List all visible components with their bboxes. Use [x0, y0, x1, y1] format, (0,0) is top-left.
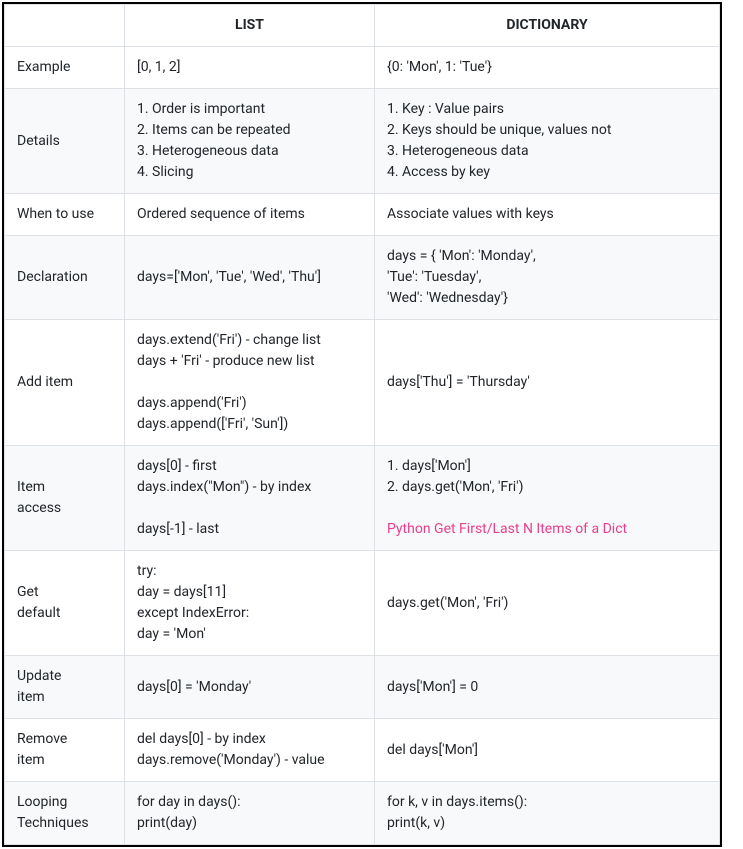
list-cell: days=['Mon', 'Tue', 'Wed', 'Thu']	[125, 236, 375, 320]
table-row: Example [0, 1, 2] {0: 'Mon', 1: 'Tue'}	[5, 47, 720, 89]
row-label: When to use	[5, 194, 125, 236]
dict-cell: del days['Mon']	[375, 719, 720, 782]
comparison-table-wrapper: LIST DICTIONARY Example [0, 1, 2] {0: 'M…	[2, 2, 722, 847]
dict-link[interactable]: Python Get First/Last N Items of a Dict	[387, 521, 627, 537]
table-row: When to use Ordered sequence of items As…	[5, 194, 720, 236]
row-label: Declaration	[5, 236, 125, 320]
dict-cell: {0: 'Mon', 1: 'Tue'}	[375, 47, 720, 89]
header-empty	[5, 5, 125, 47]
list-cell: 1. Order is important 2. Items can be re…	[125, 89, 375, 194]
header-row: LIST DICTIONARY	[5, 5, 720, 47]
table-row: Looping Techniques for day in days(): pr…	[5, 782, 720, 845]
header-dictionary: DICTIONARY	[375, 5, 720, 47]
list-cell: Ordered sequence of items	[125, 194, 375, 236]
dict-cell: Associate values with keys	[375, 194, 720, 236]
row-label: Add item	[5, 320, 125, 446]
table-row: Details 1. Order is important 2. Items c…	[5, 89, 720, 194]
table-row: Remove item del days[0] - by index days.…	[5, 719, 720, 782]
comparison-table: LIST DICTIONARY Example [0, 1, 2] {0: 'M…	[4, 4, 720, 845]
row-label: Example	[5, 47, 125, 89]
row-label: Remove item	[5, 719, 125, 782]
row-label: Update item	[5, 656, 125, 719]
table-row: Item access days[0] - first days.index("…	[5, 446, 720, 551]
dict-cell: days = { 'Mon': 'Monday', 'Tue': 'Tuesda…	[375, 236, 720, 320]
list-cell: days[0] = 'Monday'	[125, 656, 375, 719]
dict-cell: days.get('Mon', 'Fri')	[375, 551, 720, 656]
row-label: Looping Techniques	[5, 782, 125, 845]
dict-cell: 1. Key : Value pairs 2. Keys should be u…	[375, 89, 720, 194]
table-row: Add item days.extend('Fri') - change lis…	[5, 320, 720, 446]
row-label: Details	[5, 89, 125, 194]
header-list: LIST	[125, 5, 375, 47]
list-cell: days[0] - first days.index("Mon") - by i…	[125, 446, 375, 551]
list-cell: [0, 1, 2]	[125, 47, 375, 89]
dict-cell: 1. days['Mon'] 2. days.get('Mon', 'Fri')…	[375, 446, 720, 551]
dict-cell-prefix: 1. days['Mon'] 2. days.get('Mon', 'Fri')	[387, 458, 523, 495]
row-label: Get default	[5, 551, 125, 656]
list-cell: del days[0] - by index days.remove('Mond…	[125, 719, 375, 782]
dict-cell: days['Thu'] = 'Thursday'	[375, 320, 720, 446]
dict-cell: days['Mon'] = 0	[375, 656, 720, 719]
table-row: Declaration days=['Mon', 'Tue', 'Wed', '…	[5, 236, 720, 320]
row-label: Item access	[5, 446, 125, 551]
table-row: Update item days[0] = 'Monday' days['Mon…	[5, 656, 720, 719]
list-cell: for day in days(): print(day)	[125, 782, 375, 845]
list-cell: try: day = days[11] except IndexError: d…	[125, 551, 375, 656]
dict-cell: for k, v in days.items(): print(k, v)	[375, 782, 720, 845]
table-row: Get default try: day = days[11] except I…	[5, 551, 720, 656]
list-cell: days.extend('Fri') - change list days + …	[125, 320, 375, 446]
